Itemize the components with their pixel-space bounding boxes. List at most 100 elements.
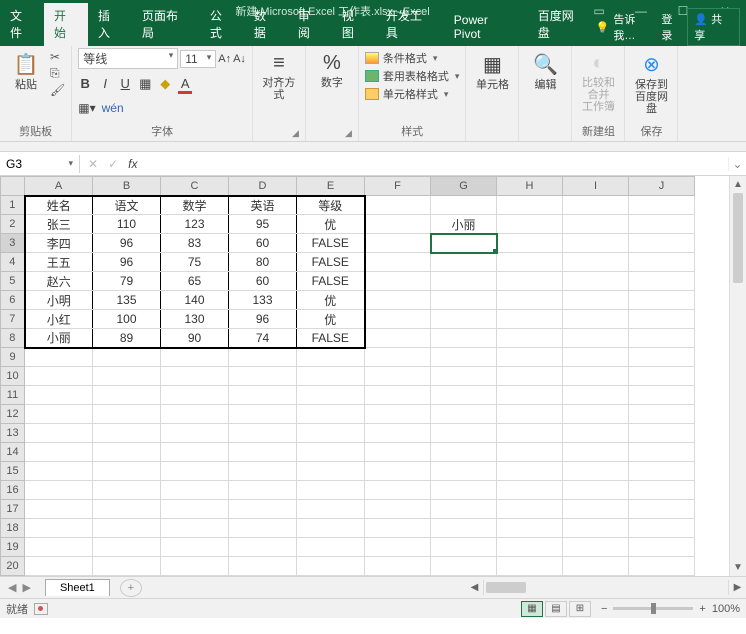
cell-E20[interactable] [297, 557, 365, 576]
cell-C12[interactable] [161, 405, 229, 424]
cell-D9[interactable] [229, 348, 297, 367]
cell-D8[interactable]: 74 [229, 329, 297, 348]
dialog-launcher-icon[interactable]: ◢ [345, 128, 352, 139]
cell-E1[interactable]: 等级 [297, 196, 365, 215]
number-format-button[interactable]: % 数字 [312, 48, 352, 89]
scroll-down-icon[interactable]: ▼ [730, 559, 746, 576]
cell-C9[interactable] [161, 348, 229, 367]
cell-E19[interactable] [297, 538, 365, 557]
cell-F4[interactable] [365, 253, 431, 272]
cell-C16[interactable] [161, 481, 229, 500]
cell-A2[interactable]: 张三 [25, 215, 93, 234]
cell-F20[interactable] [365, 557, 431, 576]
increase-font-icon[interactable]: A↑ [218, 53, 231, 65]
border-button[interactable]: ▦ [138, 76, 152, 94]
cell-G8[interactable] [431, 329, 497, 348]
cell-A10[interactable] [25, 367, 93, 386]
cell-I18[interactable] [563, 519, 629, 538]
italic-button[interactable]: I [98, 76, 112, 94]
cell-D1[interactable]: 英语 [229, 196, 297, 215]
cell-A18[interactable] [25, 519, 93, 538]
cell-I3[interactable] [563, 234, 629, 253]
cell-D11[interactable] [229, 386, 297, 405]
cell-C2[interactable]: 123 [161, 215, 229, 234]
cell-H12[interactable] [497, 405, 563, 424]
cell-G11[interactable] [431, 386, 497, 405]
cell-F3[interactable] [365, 234, 431, 253]
cell-A11[interactable] [25, 386, 93, 405]
row-header-7[interactable]: 7 [1, 310, 25, 329]
cell-F11[interactable] [365, 386, 431, 405]
col-header-G[interactable]: G [431, 177, 497, 196]
cell-E13[interactable] [297, 424, 365, 443]
cell-C8[interactable]: 90 [161, 329, 229, 348]
cell-F8[interactable] [365, 329, 431, 348]
cell-H19[interactable] [497, 538, 563, 557]
tab-formulas[interactable]: 公式 [200, 3, 244, 46]
cell-A4[interactable]: 王五 [25, 253, 93, 272]
cell-H8[interactable] [497, 329, 563, 348]
cell-D5[interactable]: 60 [229, 272, 297, 291]
cell-H18[interactable] [497, 519, 563, 538]
row-header-18[interactable]: 18 [1, 519, 25, 538]
tab-power-pivot[interactable]: Power Pivot [444, 9, 528, 46]
cut-icon[interactable]: ✂ [50, 50, 65, 64]
cell-E7[interactable]: 优 [297, 310, 365, 329]
cell-C13[interactable] [161, 424, 229, 443]
cell-G7[interactable] [431, 310, 497, 329]
dialog-launcher-icon[interactable]: ◢ [292, 128, 299, 139]
bold-button[interactable]: B [78, 76, 92, 94]
cell-E5[interactable]: FALSE [297, 272, 365, 291]
cell-G17[interactable] [431, 500, 497, 519]
cell-C17[interactable] [161, 500, 229, 519]
cell-A19[interactable] [25, 538, 93, 557]
cell-I19[interactable] [563, 538, 629, 557]
cell-B16[interactable] [93, 481, 161, 500]
col-header-D[interactable]: D [229, 177, 297, 196]
row-header-13[interactable]: 13 [1, 424, 25, 443]
scroll-up-icon[interactable]: ▲ [730, 176, 746, 193]
cell-D13[interactable] [229, 424, 297, 443]
cell-B19[interactable] [93, 538, 161, 557]
cell-F15[interactable] [365, 462, 431, 481]
cell-D18[interactable] [229, 519, 297, 538]
cell-F7[interactable] [365, 310, 431, 329]
row-header-20[interactable]: 20 [1, 557, 25, 576]
cancel-icon[interactable]: ✕ [88, 157, 98, 171]
cell-F16[interactable] [365, 481, 431, 500]
cell-G14[interactable] [431, 443, 497, 462]
cell-G19[interactable] [431, 538, 497, 557]
cell-A3[interactable]: 李四 [25, 234, 93, 253]
cells-button[interactable]: ▦ 单元格 [472, 48, 512, 91]
cell-D14[interactable] [229, 443, 297, 462]
row-header-14[interactable]: 14 [1, 443, 25, 462]
font-name-combo[interactable]: 等线▾ [78, 48, 178, 69]
fx-icon[interactable]: fx [128, 157, 137, 171]
expand-formula-bar[interactable]: ⌄ [728, 157, 746, 171]
cell-C14[interactable] [161, 443, 229, 462]
cell-F14[interactable] [365, 443, 431, 462]
cell-I6[interactable] [563, 291, 629, 310]
cell-C4[interactable]: 75 [161, 253, 229, 272]
cell-H16[interactable] [497, 481, 563, 500]
row-header-16[interactable]: 16 [1, 481, 25, 500]
cell-I13[interactable] [563, 424, 629, 443]
cell-G9[interactable] [431, 348, 497, 367]
cell-F13[interactable] [365, 424, 431, 443]
scroll-left-icon[interactable]: ◀ [466, 582, 483, 593]
sheet-nav-next-icon[interactable]: ▶ [22, 581, 30, 594]
cell-B8[interactable]: 89 [93, 329, 161, 348]
tell-me[interactable]: 告诉我… [613, 11, 657, 43]
cell-G2[interactable]: 小丽 [431, 215, 497, 234]
cell-I10[interactable] [563, 367, 629, 386]
zoom-in-button[interactable]: + [699, 603, 705, 615]
cell-D6[interactable]: 133 [229, 291, 297, 310]
cell-J1[interactable] [629, 196, 695, 215]
cell-I7[interactable] [563, 310, 629, 329]
cell-H6[interactable] [497, 291, 563, 310]
ruby-button[interactable]: wén [102, 101, 124, 115]
tab-developer[interactable]: 开发工具 [376, 3, 444, 46]
decrease-font-icon[interactable]: A↓ [233, 53, 246, 65]
cell-B18[interactable] [93, 519, 161, 538]
cell-E9[interactable] [297, 348, 365, 367]
